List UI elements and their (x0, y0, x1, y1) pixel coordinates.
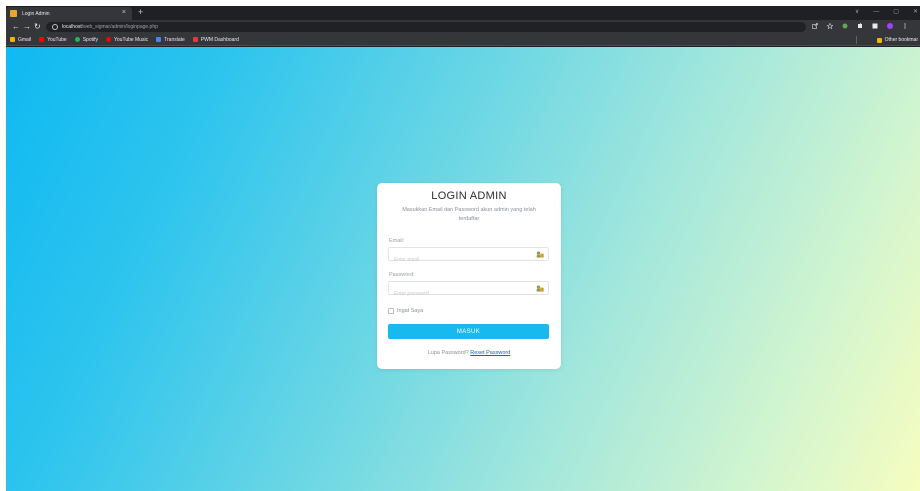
puzzle-icon[interactable] (857, 23, 863, 29)
tab-title: Login Admin (22, 10, 50, 17)
window-controls: ∨ — ▢ ✕ (855, 8, 918, 16)
bookmark-spotify[interactable]: Spotify (74, 36, 99, 43)
share-icon[interactable] (812, 23, 818, 29)
maximize-icon[interactable]: ▢ (893, 8, 899, 16)
login-card: LOGIN ADMIN Masukkan Email dan Password … (377, 183, 561, 369)
password-field[interactable] (389, 288, 529, 300)
tab-search-icon[interactable]: ∨ (855, 8, 859, 16)
bookmark-label: Spotify (82, 36, 99, 43)
browser-window: Login Admin × + ∨ — ▢ ✕ ← → ↻ localhost/… (6, 6, 920, 491)
bookmarks-separator (856, 36, 857, 44)
forward-icon[interactable]: → (23, 22, 31, 31)
tab-login-admin[interactable]: Login Admin × (6, 7, 132, 20)
close-window-icon[interactable]: ✕ (913, 8, 918, 16)
extension-icon[interactable] (842, 23, 848, 29)
back-icon[interactable]: ← (12, 22, 20, 31)
email-field-wrapper (388, 247, 549, 266)
tab-favicon-icon (10, 10, 17, 17)
autofill-icon[interactable] (536, 285, 544, 292)
forgot-password: Lupa Password? Reset Password (377, 350, 561, 356)
password-field-wrapper (388, 281, 549, 300)
other-bookmarks[interactable]: Other bookmar (876, 37, 918, 43)
side-panel-icon[interactable] (872, 23, 878, 29)
reload-icon[interactable]: ↻ (34, 22, 41, 31)
bookmarks-bar: Gmail YouTube Spotify YouTube Music Tran… (6, 34, 920, 46)
youtube-icon (39, 37, 45, 42)
email-field[interactable] (389, 254, 529, 266)
bookmark-youtube[interactable]: YouTube (39, 37, 67, 43)
reset-password-link[interactable]: Reset Password (470, 350, 510, 356)
remember-checkbox[interactable] (388, 308, 394, 314)
site-info-icon[interactable] (52, 24, 58, 30)
spotify-icon (74, 37, 80, 42)
bookmark-label: PWM Dashboard (200, 36, 239, 43)
login-subtitle: Masukkan Email dan Password akun admin y… (402, 207, 536, 222)
remember-label: Ingat Saya (397, 308, 424, 314)
bookmark-label: YouTube Music (114, 36, 149, 43)
other-bookmarks-label: Other bookmar (884, 37, 918, 43)
folder-icon (876, 37, 882, 43)
menu-icon[interactable] (902, 23, 908, 29)
address-bar[interactable]: localhost/web_sigmar/admin/loginpage.php (46, 22, 806, 32)
new-tab-icon[interactable]: + (138, 7, 143, 18)
url-path: /web_sigmar/admin/loginpage.php (81, 24, 158, 30)
bookmark-label: Translate (164, 36, 185, 43)
bookmark-star-icon[interactable] (827, 23, 833, 29)
login-button[interactable]: MASUK (388, 324, 549, 339)
bookmark-label: Gmail (18, 36, 32, 43)
url-host: localhost (62, 24, 82, 30)
autofill-icon[interactable] (536, 251, 544, 258)
remember-me: Ingat Saya (388, 308, 423, 314)
page-background: LOGIN ADMIN Masukkan Email dan Password … (6, 47, 920, 491)
bookmark-youtube-music[interactable]: YouTube Music (106, 37, 148, 43)
tab-close-icon[interactable]: × (122, 9, 126, 17)
toolbar-actions (812, 23, 908, 29)
profile-avatar-icon[interactable] (887, 23, 893, 29)
translate-icon (156, 37, 162, 42)
bookmark-label: YouTube (47, 36, 67, 43)
bookmark-pwm-dashboard[interactable]: PWM Dashboard (192, 36, 239, 43)
forgot-text: Lupa Password? (427, 350, 471, 356)
browser-toolbar: ← → ↻ localhost/web_sigmar/admin/loginpa… (6, 20, 920, 34)
dashboard-icon (192, 37, 198, 42)
url-text: localhost/web_sigmar/admin/loginpage.php (62, 24, 158, 30)
minimize-icon[interactable]: — (873, 8, 879, 16)
bookmark-gmail[interactable]: Gmail (10, 37, 31, 43)
gmail-icon (10, 37, 15, 42)
youtube-music-icon (106, 37, 112, 42)
email-label: Email: (389, 238, 405, 244)
bookmark-translate[interactable]: Translate (156, 37, 185, 43)
page-title: LOGIN ADMIN (431, 190, 507, 202)
password-label: Password: (389, 272, 415, 278)
tab-strip: Login Admin × + ∨ — ▢ ✕ (6, 6, 920, 20)
